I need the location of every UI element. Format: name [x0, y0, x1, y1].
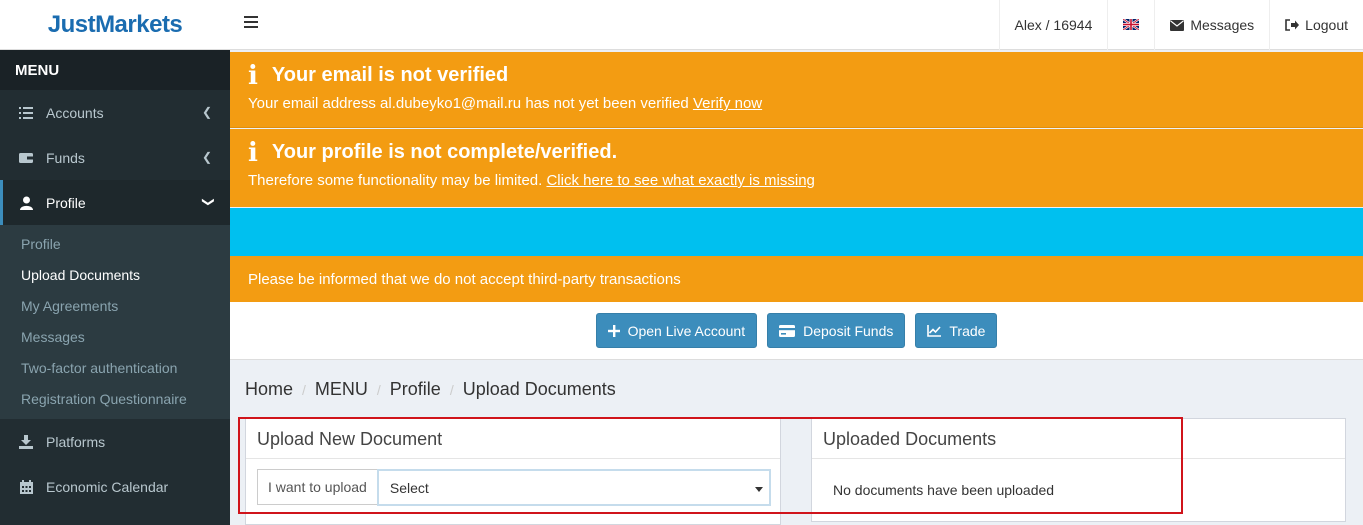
sidebar: JustMarkets MENU Accounts ❮ Funds ❮ Prof… [0, 0, 230, 525]
submenu-item-registration-questionnaire[interactable]: Registration Questionnaire [0, 384, 230, 415]
plus-icon [607, 324, 620, 337]
language-selector[interactable] [1107, 0, 1154, 50]
empty-state-text: No documents have been uploaded [833, 482, 1055, 498]
alert-body: Therefore some functionality may be limi… [248, 172, 543, 189]
button-label: Trade [949, 322, 986, 339]
action-bar: Open Live Account Deposit Funds Trade [230, 302, 1363, 360]
sidebar-item-label: Accounts [46, 104, 104, 121]
upload-new-document-panel: Upload New Document I want to upload Sel… [245, 418, 781, 525]
document-type-select[interactable]: Select [376, 469, 771, 506]
upload-type-row: I want to upload Select [257, 469, 771, 506]
messages-label: Messages [1190, 17, 1255, 33]
top-nav-right: Alex / 16944 Messages Logout [998, 0, 1363, 50]
sidebar-item-platforms[interactable]: Platforms [0, 419, 230, 464]
sidebar-item-economic-calendar[interactable]: Economic Calendar [0, 464, 230, 509]
wallet-icon [18, 150, 34, 166]
sign-out-icon [1285, 19, 1300, 31]
select-value: Select [389, 479, 429, 496]
sidebar-item-funds[interactable]: Funds ❮ [0, 135, 230, 180]
sidebar-item-profile[interactable]: Profile ❮ [0, 180, 230, 225]
user-account-menu[interactable]: Alex / 16944 [998, 0, 1108, 50]
envelope-icon [1170, 19, 1185, 31]
profile-submenu: Profile Upload Documents My Agreements M… [0, 225, 230, 419]
submenu-item-two-factor[interactable]: Two-factor authentication [0, 353, 230, 384]
sidebar-item-label: Profile [46, 194, 86, 211]
sidebar-item-label: Platforms [46, 433, 106, 450]
top-navbar: Alex / 16944 Messages Logout [230, 0, 1363, 50]
breadcrumb-profile[interactable]: Profile [390, 379, 441, 400]
submenu-item-upload-documents[interactable]: Upload Documents [0, 260, 230, 291]
logout-link[interactable]: Logout [1269, 0, 1363, 50]
brand-logo[interactable]: JustMarkets [0, 0, 230, 50]
breadcrumb-menu[interactable]: MENU [315, 379, 368, 400]
breadcrumb: Home / MENU / Profile / Upload Documents [245, 379, 616, 400]
chevron-left-icon: ❮ [201, 150, 212, 164]
trade-button[interactable]: Trade [915, 313, 998, 348]
caret-down-icon [754, 487, 763, 492]
verify-now-link[interactable]: Verify now [693, 95, 762, 112]
hamburger-menu-icon[interactable] [244, 16, 258, 30]
download-icon [18, 434, 34, 450]
uk-flag-icon [1122, 17, 1140, 33]
alert-title: Your email is not verified [271, 64, 509, 86]
info-banner [230, 208, 1363, 256]
button-label: Deposit Funds [803, 322, 894, 339]
breadcrumb-home[interactable]: Home [245, 379, 293, 400]
list-icon [18, 105, 34, 121]
sidebar-item-label: Economic Calendar [46, 478, 169, 495]
credit-card-icon [779, 324, 796, 337]
breadcrumb-separator: / [376, 381, 381, 398]
breadcrumb-separator: / [302, 381, 306, 398]
chevron-down-icon: ❮ [199, 196, 214, 208]
third-party-notice: Please be informed that we do not accept… [230, 256, 1363, 302]
open-live-account-button[interactable]: Open Live Account [595, 313, 758, 348]
user-icon [18, 195, 34, 211]
email-not-verified-alert: i Your email is not verified Your email a… [230, 52, 1363, 128]
notice-text: Please be informed that we do not accept… [248, 270, 681, 288]
info-icon: i [248, 137, 258, 168]
logo-text: JustMarkets [47, 10, 183, 38]
missing-info-link[interactable]: Click here to see what exactly is missin… [546, 172, 814, 189]
alert-title: Your profile is not complete/verified. [271, 141, 618, 163]
upload-type-label: I want to upload [257, 469, 378, 505]
logout-label: Logout [1305, 17, 1348, 33]
panel-title: Upload New Document [246, 419, 780, 459]
breadcrumb-current: Upload Documents [462, 379, 616, 399]
button-label: Open Live Account [627, 322, 746, 339]
panel-title: Uploaded Documents [812, 419, 1345, 459]
messages-link[interactable]: Messages [1154, 0, 1269, 50]
info-icon: i [248, 60, 258, 91]
sidebar-item-label: Funds [46, 149, 85, 166]
line-chart-icon [927, 324, 942, 337]
sidebar-item-accounts[interactable]: Accounts ❮ [0, 90, 230, 135]
calendar-icon [18, 479, 34, 495]
chevron-left-icon: ❮ [201, 105, 212, 119]
alert-body: Your email address al.dubeyko1@mail.ru h… [248, 95, 689, 112]
user-label: Alex / 16944 [1014, 17, 1093, 33]
submenu-item-profile[interactable]: Profile [0, 229, 230, 260]
deposit-funds-button[interactable]: Deposit Funds [767, 313, 906, 348]
uploaded-documents-panel: Uploaded Documents No documents have bee… [811, 418, 1346, 522]
submenu-item-my-agreements[interactable]: My Agreements [0, 291, 230, 322]
breadcrumb-separator: / [449, 381, 454, 398]
profile-incomplete-alert: i Your profile is not complete/verified. … [230, 129, 1363, 207]
submenu-item-messages[interactable]: Messages [0, 322, 230, 353]
menu-header: MENU [0, 50, 230, 90]
